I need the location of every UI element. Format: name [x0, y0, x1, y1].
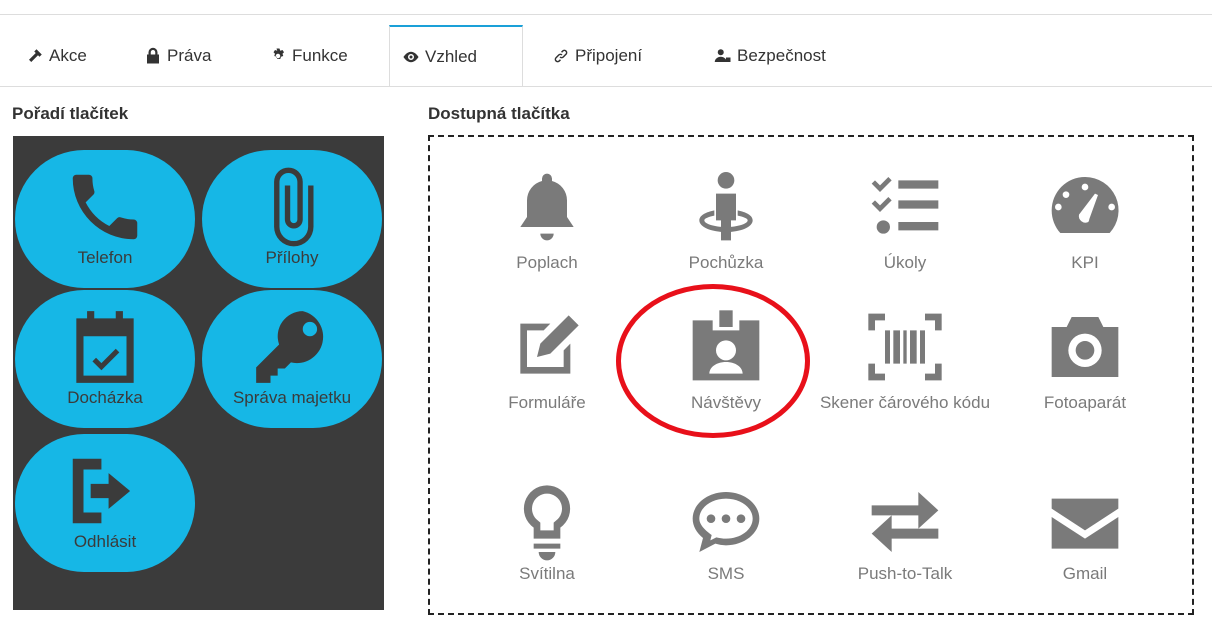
order-button-telefon[interactable]: Telefon [15, 150, 195, 288]
order-button-odhlasit[interactable]: Odhlásit [15, 434, 195, 572]
tab-akce[interactable]: Akce [14, 26, 99, 86]
available-button-skener[interactable]: Skener čárového kódu [810, 307, 1000, 447]
tab-label: Bezpečnost [737, 46, 826, 65]
chat-bubble-icon [692, 492, 760, 552]
available-button-label: Push-to-Talk [857, 564, 953, 583]
tab-prava[interactable]: Práva [132, 26, 223, 86]
tab-bezpecnost[interactable]: Bezpečnost [702, 26, 838, 86]
tab-label: Práva [167, 46, 212, 65]
link-icon [554, 49, 568, 63]
available-button-label: Skener čárového kódu [819, 393, 991, 412]
tab-label: Připojení [575, 46, 643, 65]
available-button-poplach[interactable]: Poplach [452, 167, 642, 307]
order-button-label: Telefon [77, 248, 133, 267]
available-button-label: SMS [707, 564, 745, 583]
tab-funkce[interactable]: Funkce [257, 26, 360, 86]
available-button-label: KPI [1071, 253, 1099, 272]
available-button-svitilna[interactable]: Svítilna [452, 482, 642, 622]
tab-bar: Akce Práva Funkce Vzhled Připojení Bezpe… [0, 25, 1212, 87]
paperclip-icon [274, 167, 314, 247]
person-patrol-icon [699, 172, 753, 241]
order-panel-title: Pořadí tlačítek [12, 104, 129, 123]
available-button-label: Úkoly [883, 253, 927, 272]
task-list-icon [871, 177, 939, 234]
order-button-label: Přílohy [265, 248, 319, 267]
key-icon [256, 311, 324, 383]
edit-form-icon [520, 315, 579, 374]
barcode-icon [868, 313, 942, 381]
tab-pripojeni[interactable]: Připojení [540, 26, 654, 86]
available-button-push-to-talk[interactable]: Push-to-Talk [810, 482, 1000, 622]
bell-icon [520, 173, 574, 241]
eye-icon [403, 51, 419, 62]
available-panel-title: Dostupná tlačítka [428, 104, 570, 123]
available-button-label: Fotoaparát [1043, 393, 1127, 412]
lightbulb-icon [523, 485, 571, 561]
gauge-icon [1051, 176, 1119, 233]
tab-label: Funkce [292, 46, 348, 65]
top-divider [0, 14, 1212, 15]
available-buttons-panel: Poplach Pochůzka Úkoly KPI Formuláře Náv… [428, 135, 1194, 615]
exchange-arrows-icon [871, 492, 939, 552]
available-button-label: Pochůzka [688, 253, 764, 272]
available-button-label: Návštěvy [691, 393, 761, 412]
phone-icon [72, 174, 138, 240]
order-button-label: Docházka [67, 388, 143, 407]
available-button-gmail[interactable]: Gmail [990, 482, 1180, 622]
order-button-label: Odhlásit [73, 532, 137, 551]
available-button-formulare[interactable]: Formuláře [452, 307, 642, 447]
envelope-icon [1051, 498, 1119, 549]
tab-vzhled[interactable]: Vzhled [389, 25, 523, 86]
available-button-fotoaparat[interactable]: Fotoaparát [990, 307, 1180, 447]
order-button-dochazka[interactable]: Docházka [15, 290, 195, 428]
gear-icon [273, 48, 284, 59]
available-button-navstevy[interactable]: Návštěvy [631, 307, 821, 447]
order-button-sprava-majetku[interactable]: Správa majetku [202, 290, 382, 428]
available-button-label: Svítilna [519, 564, 575, 583]
order-button-prilohy[interactable]: Přílohy [202, 150, 382, 288]
sign-out-icon [72, 458, 131, 524]
id-badge-icon [692, 310, 760, 381]
available-button-pochuzka[interactable]: Pochůzka [631, 167, 821, 307]
hammer-icon [29, 49, 42, 62]
available-button-label: Formuláře [508, 393, 586, 412]
tab-label: Akce [49, 46, 87, 65]
button-order-panel: Telefon Přílohy Docházka Správa majetku … [13, 136, 384, 610]
available-button-label: Poplach [516, 253, 578, 272]
calendar-check-icon [76, 311, 134, 383]
available-button-ukoly[interactable]: Úkoly [810, 167, 1000, 307]
available-button-label: Gmail [1062, 564, 1108, 583]
tab-label: Vzhled [425, 46, 477, 66]
order-button-label: Správa majetku [232, 388, 352, 407]
camera-icon [1051, 317, 1119, 377]
lock-icon [147, 47, 159, 64]
available-button-sms[interactable]: SMS [631, 482, 821, 622]
user-lock-icon [714, 49, 731, 62]
available-button-kpi[interactable]: KPI [990, 167, 1180, 307]
